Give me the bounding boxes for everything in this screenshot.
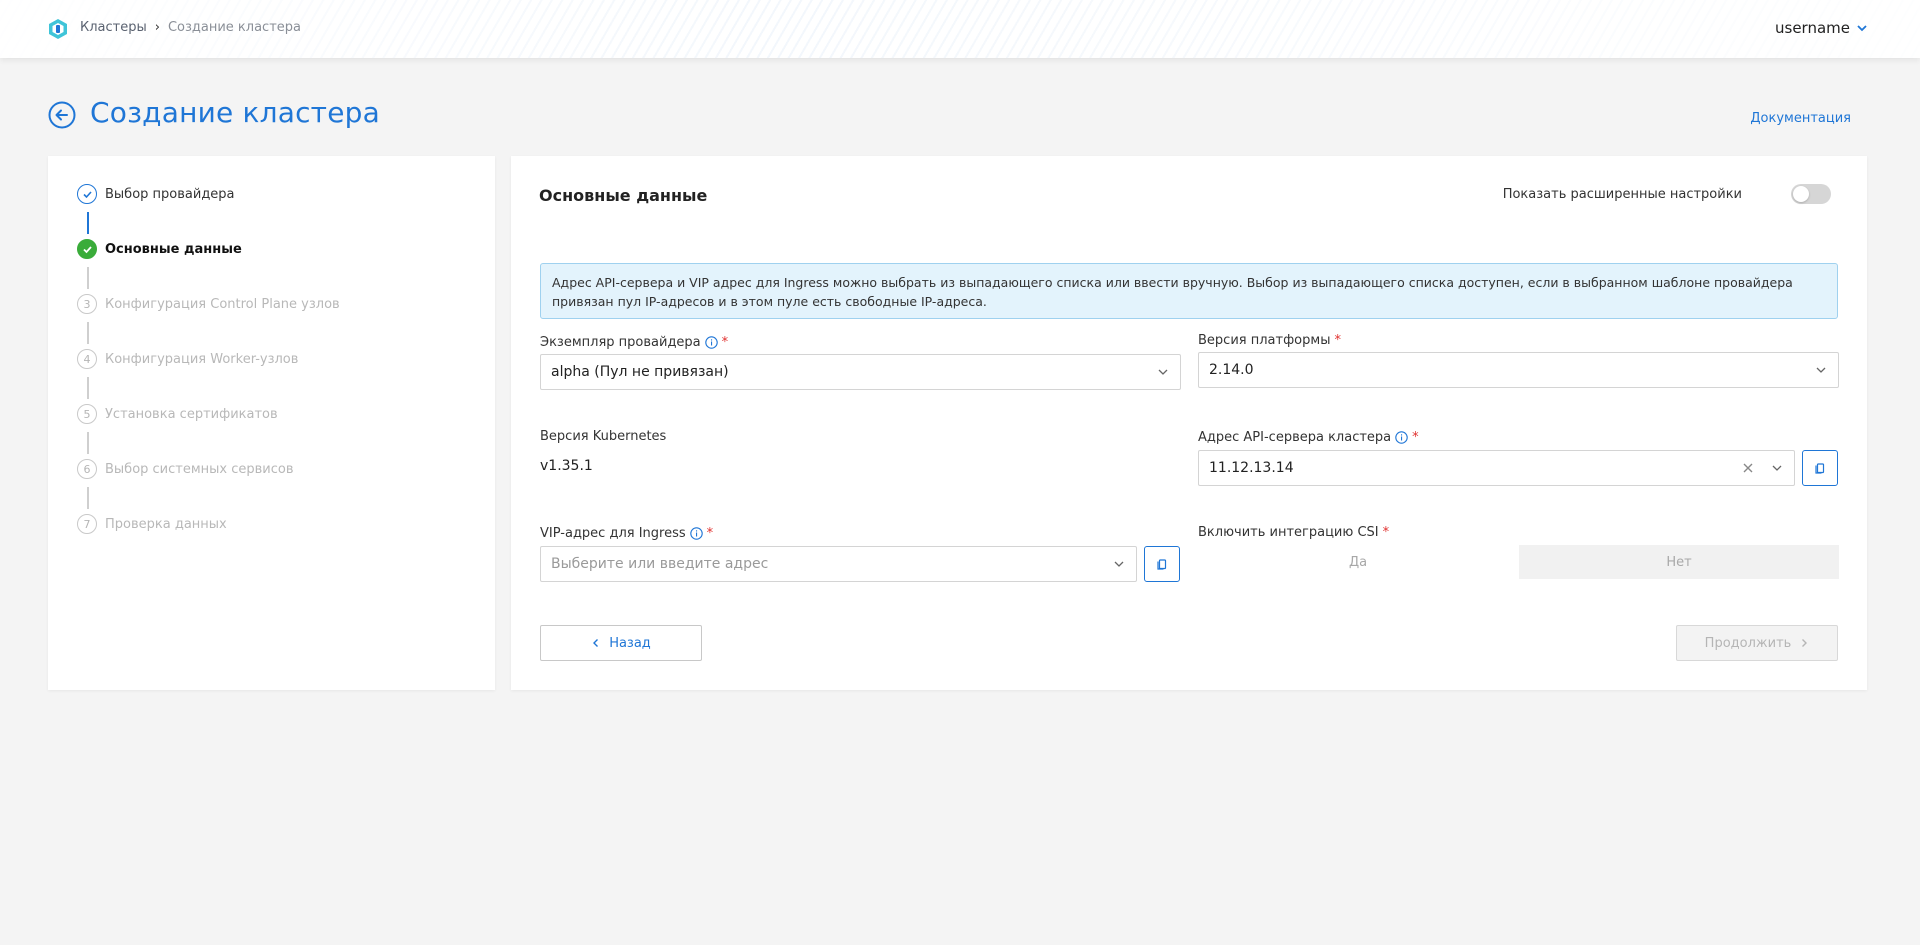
breadcrumb-clusters-link[interactable]: Кластеры — [80, 20, 147, 35]
required-marker: * — [1382, 525, 1390, 540]
step-number: 5 — [77, 404, 97, 424]
info-icon[interactable] — [1395, 431, 1408, 444]
breadcrumb-separator-icon: › — [154, 20, 160, 35]
step-system-services: 6 Выбор системных сервисов — [77, 459, 294, 479]
step-label: Конфигурация Control Plane узлов — [105, 296, 340, 312]
select-value: 11.12.13.14 — [1209, 460, 1294, 476]
chevron-down-icon — [1816, 367, 1826, 373]
step-provider[interactable]: Выбор провайдера — [77, 184, 235, 204]
label-text: Экземпляр провайдера — [540, 335, 701, 350]
step-number: 7 — [77, 514, 97, 534]
step-number: 3 — [77, 294, 97, 314]
documentation-link[interactable]: Документация — [1750, 111, 1851, 126]
back-arrow-icon[interactable] — [48, 101, 76, 129]
chevron-down-icon — [1114, 561, 1124, 567]
info-text-line1: Адрес API-сервера и VIP адрес для Ingres… — [552, 275, 1793, 290]
platform-version-select[interactable]: 2.14.0 — [1198, 352, 1839, 388]
label-text: VIP-адрес для Ingress — [540, 526, 686, 541]
api-server-copy-button[interactable] — [1802, 450, 1838, 486]
step-label: Конфигурация Worker-узлов — [105, 351, 299, 367]
copy-icon — [1815, 463, 1825, 474]
continue-button[interactable]: Продолжить — [1676, 625, 1838, 661]
step-connector — [87, 432, 89, 454]
username-label: username — [1775, 19, 1850, 37]
user-menu[interactable]: username — [1775, 19, 1868, 37]
vip-ingress-select[interactable]: Выберите или введите адрес — [540, 546, 1137, 582]
label-text: Версия платформы — [1198, 333, 1331, 348]
chevron-down-icon — [1158, 369, 1168, 375]
check-icon — [77, 239, 97, 259]
page-title: Создание кластера — [90, 96, 380, 129]
info-text-line2: привязан пул IP-адресов и в этом пуле ес… — [552, 294, 987, 309]
select-placeholder: Выберите или введите адрес — [551, 556, 769, 572]
wizard-steps-panel: Выбор провайдера Основные данные 3 Конфи… — [48, 156, 495, 690]
form-panel: Основные данные Показать расширенные нас… — [511, 156, 1867, 690]
step-label: Основные данные — [105, 241, 242, 257]
label-text: Включить интеграцию CSI — [1198, 525, 1379, 540]
step-connector — [87, 212, 89, 234]
kubernetes-version-label: Версия Kubernetes — [540, 429, 666, 444]
provider-instance-select[interactable]: alpha (Пул не привязан) — [540, 354, 1181, 390]
api-server-select[interactable]: 11.12.13.14 — [1198, 450, 1795, 486]
step-control-plane: 3 Конфигурация Control Plane узлов — [77, 294, 340, 314]
advanced-settings-label: Показать расширенные настройки — [1502, 187, 1742, 202]
api-server-label: Адрес API-сервера кластера * — [1198, 430, 1419, 445]
back-button[interactable]: Назад — [540, 625, 702, 661]
step-connector — [87, 322, 89, 344]
top-bar: Кластеры › Создание кластера username — [0, 0, 1920, 58]
step-connector — [87, 487, 89, 509]
breadcrumb-current: Создание кластера — [167, 20, 301, 35]
label-text: Версия Kubernetes — [540, 429, 667, 444]
chevron-right-icon — [1802, 639, 1808, 647]
step-label: Проверка данных — [105, 516, 227, 532]
required-marker: * — [706, 526, 714, 541]
platform-version-label: Версия платформы * — [1198, 333, 1341, 348]
section-title: Основные данные — [539, 186, 708, 205]
clear-icon[interactable] — [1742, 462, 1754, 474]
advanced-settings-toggle[interactable] — [1791, 184, 1831, 204]
back-button-label: Назад — [609, 635, 651, 651]
label-text: Адрес API-сервера кластера — [1198, 430, 1392, 445]
step-worker-nodes: 4 Конфигурация Worker-узлов — [77, 349, 298, 369]
step-connector — [87, 377, 89, 399]
breadcrumb: Кластеры › Создание кластера — [80, 20, 301, 35]
csi-label: Включить интеграцию CSI * — [1198, 525, 1389, 540]
step-certificates: 5 Установка сертификатов — [77, 404, 278, 424]
step-label: Выбор системных сервисов — [105, 461, 294, 477]
chevron-down-icon — [1772, 465, 1782, 471]
step-number: 6 — [77, 459, 97, 479]
info-icon[interactable] — [704, 336, 718, 349]
app-logo-icon[interactable] — [47, 18, 69, 40]
step-label: Выбор провайдера — [105, 186, 235, 202]
step-basic-data[interactable]: Основные данные — [77, 239, 242, 259]
vip-ingress-label: VIP-адрес для Ingress * — [540, 526, 713, 541]
required-marker: * — [1412, 430, 1419, 445]
step-connector — [87, 267, 89, 289]
step-number: 4 — [77, 349, 97, 369]
vip-ingress-copy-button[interactable] — [1144, 546, 1180, 582]
csi-no-option[interactable]: Нет — [1519, 545, 1839, 579]
toggle-knob — [1793, 186, 1809, 202]
copy-icon — [1157, 559, 1167, 570]
info-icon[interactable] — [689, 527, 703, 540]
required-marker: * — [1334, 333, 1341, 348]
required-marker: * — [721, 335, 729, 350]
select-value: 2.14.0 — [1209, 362, 1254, 378]
continue-button-label: Продолжить — [1704, 635, 1792, 651]
select-value: alpha (Пул не привязан) — [551, 364, 729, 380]
step-label: Установка сертификатов — [105, 406, 278, 422]
chevron-left-icon — [593, 639, 599, 647]
info-message: Адрес API-сервера и VIP адрес для Ingres… — [540, 263, 1838, 319]
check-circle-icon — [77, 184, 97, 204]
kubernetes-version-value: v1.35.1 — [540, 458, 593, 474]
step-review: 7 Проверка данных — [77, 514, 227, 534]
chevron-down-icon — [1857, 25, 1867, 32]
csi-yes-option[interactable]: Да — [1198, 545, 1518, 579]
provider-instance-label: Экземпляр провайдера * — [540, 335, 728, 350]
